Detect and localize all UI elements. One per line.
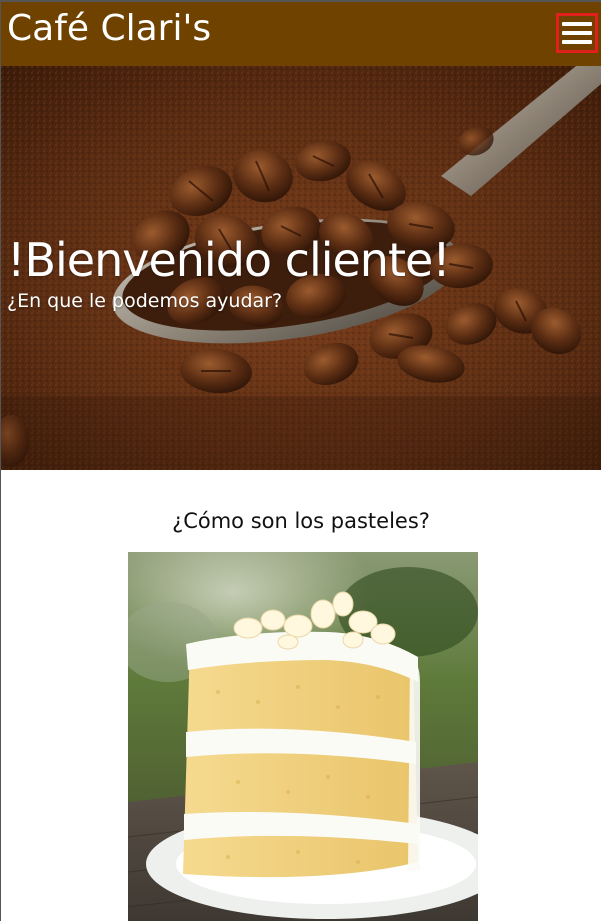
hero-banner: !Bienvenido cliente! ¿En que le podemos … — [1, 66, 601, 470]
header-bar: Café Clari's — [1, 2, 601, 66]
hamburger-menu-icon — [562, 22, 592, 26]
section-title: ¿Cómo son los pasteles? — [172, 509, 430, 533]
hero-subtitle: ¿En que le podemos ayudar? — [7, 290, 283, 312]
layer-cake-slice-photo — [128, 552, 478, 921]
site-brand[interactable]: Café Clari's — [7, 7, 211, 51]
hamburger-menu-button[interactable] — [556, 13, 598, 53]
hamburger-menu-icon-bar — [562, 31, 592, 35]
cake-photo — [128, 552, 478, 921]
hamburger-menu-icon-bar — [562, 40, 592, 44]
hero-title: !Bienvenido cliente! — [7, 233, 451, 287]
page: Café Clari's !Bienvenido cliente! ¿En qu… — [0, 0, 601, 921]
